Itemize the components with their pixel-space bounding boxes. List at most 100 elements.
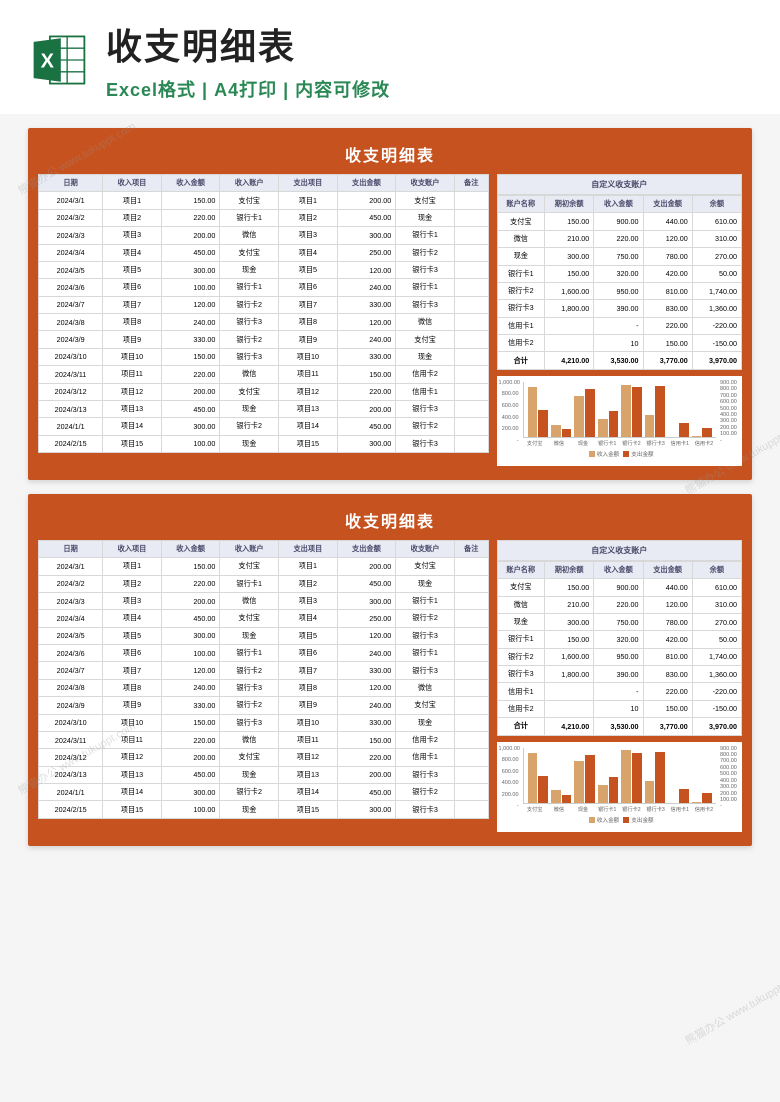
table-row: 2024/1/1项目14300.00银行卡2项目14450.00银行卡2 — [39, 418, 489, 435]
cell: 220.00 — [337, 749, 396, 766]
cell: 200.00 — [161, 383, 220, 400]
cell: 项目6 — [103, 279, 162, 296]
cell — [454, 731, 488, 748]
cell: 项目4 — [279, 610, 338, 627]
bar-expense — [632, 387, 642, 437]
table-row: 2024/3/13项目13450.00现金项目13200.00银行卡3 — [39, 400, 489, 417]
x-tick: 微信 — [547, 806, 571, 813]
cell: 120.00 — [337, 314, 396, 331]
cell: 3,530.00 — [594, 352, 643, 369]
cell: 现金 — [497, 613, 545, 630]
cell: 270.00 — [692, 613, 741, 630]
cell: 支付宝 — [220, 558, 279, 575]
table-row: 2024/3/12项目12200.00支付宝项目12220.00信用卡1 — [39, 383, 489, 400]
table-row: 信用卡210150.00-150.00 — [497, 335, 741, 352]
cell — [545, 683, 594, 700]
table-row: 2024/3/10项目10150.00银行卡3项目10330.00现金 — [39, 348, 489, 365]
cell: 100.00 — [161, 645, 220, 662]
cell: 240.00 — [161, 679, 220, 696]
cell: 现金 — [220, 627, 279, 644]
cell: 项目2 — [279, 575, 338, 592]
cell: 220.00 — [594, 596, 643, 613]
table-row: 2024/3/9项目9330.00银行卡2项目9240.00支付宝 — [39, 697, 489, 714]
cell: 项目8 — [279, 679, 338, 696]
cell: 320.00 — [594, 265, 643, 282]
cell: 120.00 — [337, 679, 396, 696]
cell: 240.00 — [337, 331, 396, 348]
cell: 项目3 — [279, 227, 338, 244]
table-row: 微信210.00220.00120.00310.00 — [497, 596, 741, 613]
col-header: 备注 — [454, 175, 488, 192]
cell: 100.00 — [161, 279, 220, 296]
cell: 微信 — [220, 592, 279, 609]
cell — [454, 662, 488, 679]
col-header: 收入金额 — [161, 540, 220, 557]
cell: 150.00 — [545, 579, 594, 596]
cell: 项目9 — [103, 697, 162, 714]
bar-income — [645, 415, 655, 436]
table-row: 信用卡210150.00-150.00 — [497, 700, 741, 717]
cell: 220.00 — [594, 230, 643, 247]
cell: 项目12 — [103, 749, 162, 766]
cell — [454, 366, 488, 383]
cell: 项目7 — [103, 296, 162, 313]
cell: 2024/3/4 — [39, 610, 103, 627]
cell: 项目5 — [279, 261, 338, 278]
cell: 项目7 — [279, 662, 338, 679]
cell: 项目14 — [279, 418, 338, 435]
cell — [454, 679, 488, 696]
cell: 150.00 — [545, 213, 594, 230]
cell: 项目12 — [103, 383, 162, 400]
bar-income — [598, 785, 608, 803]
cell: 220.00 — [337, 383, 396, 400]
summary-table: 账户名称期初余额收入金额支出金额余额支付宝150.00900.00440.006… — [497, 561, 742, 736]
table-row: 2024/3/3项目3200.00微信项目3300.00银行卡1 — [39, 592, 489, 609]
bar-group — [621, 382, 641, 437]
cell: 450.00 — [161, 244, 220, 261]
cell: 银行卡1 — [220, 575, 279, 592]
cell: 300.00 — [161, 418, 220, 435]
cell: 200.00 — [337, 400, 396, 417]
cell: 300.00 — [161, 627, 220, 644]
cell: 微信 — [497, 230, 545, 247]
cell: 200.00 — [337, 766, 396, 783]
cell: 210.00 — [545, 596, 594, 613]
cell: 390.00 — [594, 666, 643, 683]
cell: 810.00 — [643, 282, 692, 299]
cell: 50.00 — [692, 265, 741, 282]
cell: 银行卡3 — [220, 679, 279, 696]
cell: 2024/3/5 — [39, 261, 103, 278]
total-row: 合计4,210.003,530.003,770.003,970.00 — [497, 352, 741, 369]
cell: 项目8 — [103, 679, 162, 696]
cell: 120.00 — [643, 230, 692, 247]
table-row: 2024/3/2项目2220.00银行卡1项目2450.00现金 — [39, 575, 489, 592]
cell: 微信 — [497, 596, 545, 613]
cell: 项目15 — [279, 801, 338, 818]
table-row: 2024/1/1项目14300.00银行卡2项目14450.00银行卡2 — [39, 784, 489, 801]
bar-expense — [538, 776, 548, 803]
page-header: X 收支明细表 Excel格式 | A4打印 | 内容可修改 — [0, 0, 780, 114]
cell — [454, 314, 488, 331]
cell — [454, 610, 488, 627]
cell: 银行卡2 — [220, 296, 279, 313]
cell: 1,740.00 — [692, 282, 741, 299]
cell: 信用卡2 — [396, 731, 455, 748]
table-row: 2024/3/13项目13450.00现金项目13200.00银行卡3 — [39, 766, 489, 783]
cell: 银行卡2 — [497, 282, 545, 299]
cell: 100.00 — [161, 801, 220, 818]
cell: 银行卡2 — [396, 244, 455, 261]
bar-group — [574, 748, 594, 803]
cell: 450.00 — [337, 418, 396, 435]
cell: 950.00 — [594, 282, 643, 299]
table-row: 银行卡1150.00320.00420.0050.00 — [497, 265, 741, 282]
cell: 330.00 — [161, 697, 220, 714]
col-header: 收入金额 — [594, 561, 643, 578]
cell: 信用卡1 — [497, 683, 545, 700]
col-header: 收入金额 — [594, 196, 643, 213]
cell — [454, 400, 488, 417]
cell: 项目11 — [279, 731, 338, 748]
table-row: 现金300.00750.00780.00270.00 — [497, 613, 741, 630]
cell: 1,360.00 — [692, 300, 741, 317]
cell: 2024/3/10 — [39, 714, 103, 731]
bar-group — [574, 382, 594, 437]
